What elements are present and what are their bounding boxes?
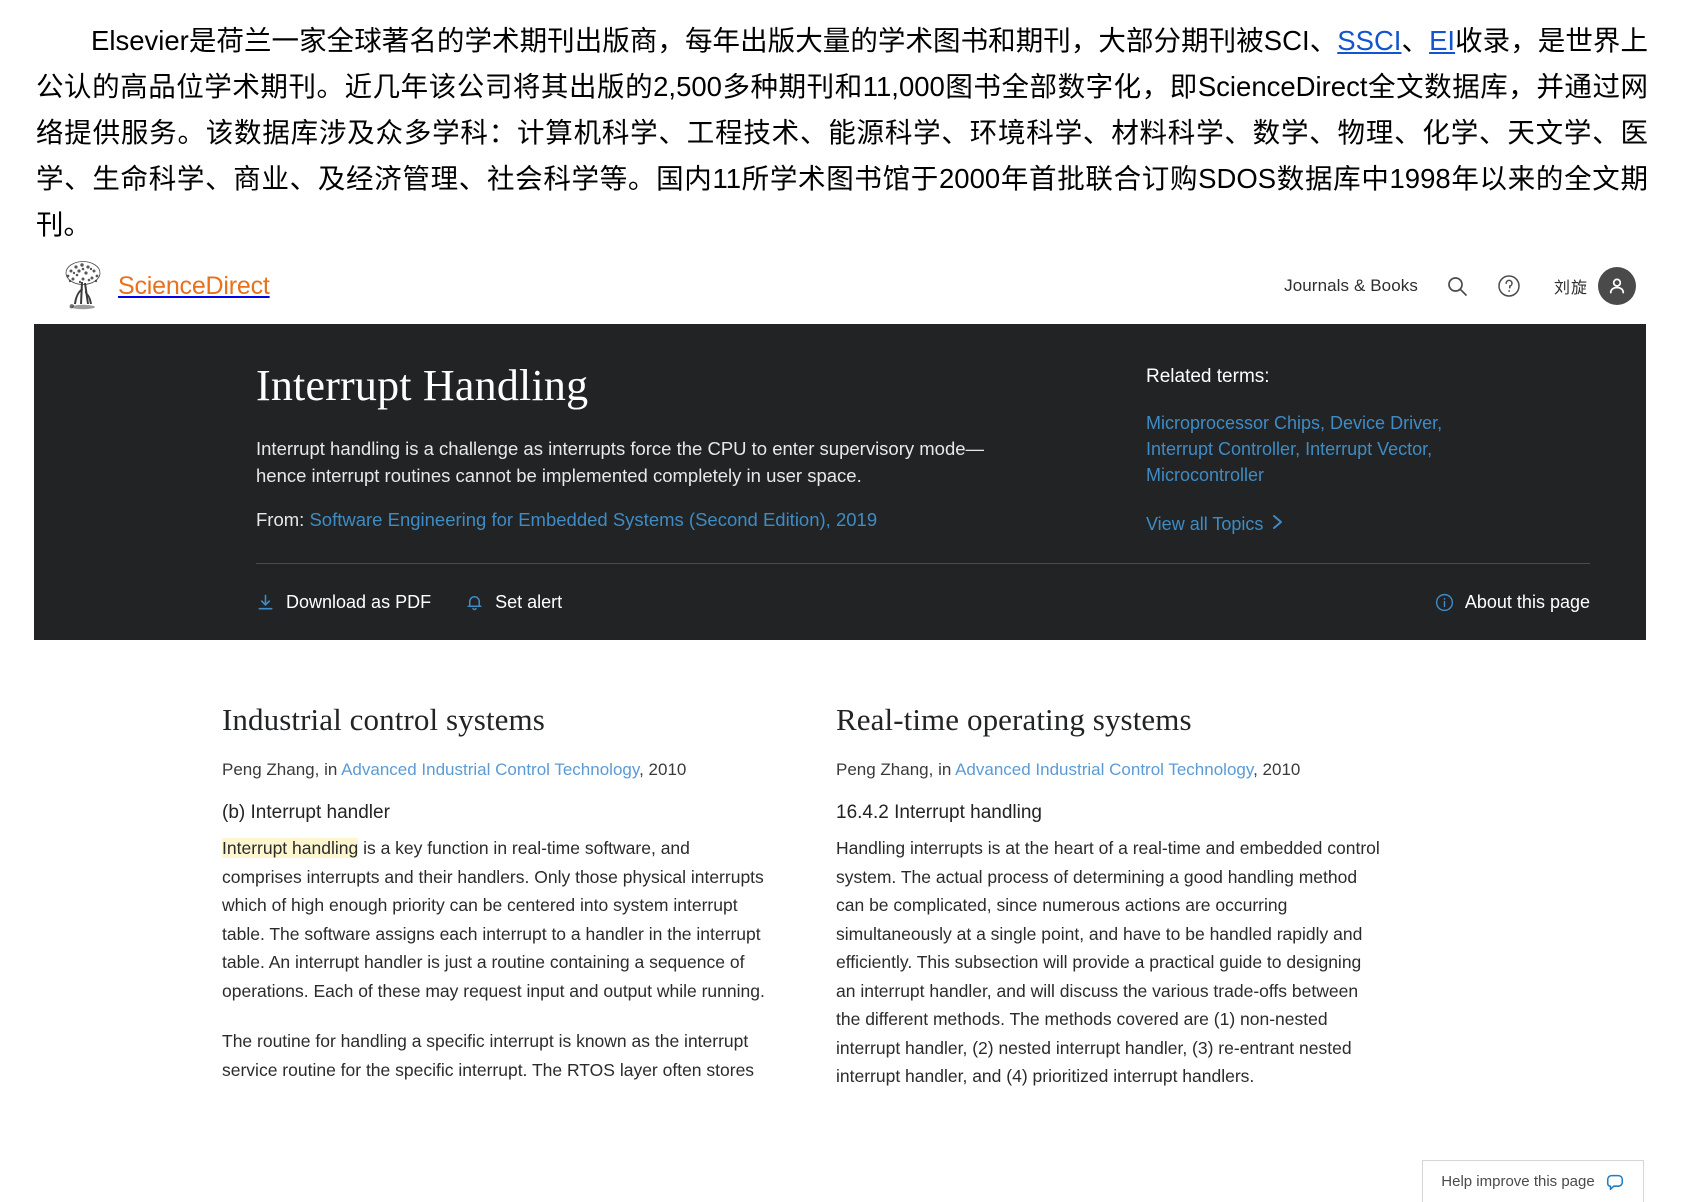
related-terms-list[interactable]: Microprocessor Chips, Device Driver, Int… — [1146, 410, 1446, 488]
sciencedirect-header: ScienceDirect Journals & Books 刘旋 — [0, 248, 1684, 324]
related-terms-label: Related terms: — [1146, 366, 1270, 387]
about-this-page-label: About this page — [1464, 591, 1590, 612]
search-icon[interactable] — [1444, 273, 1470, 299]
intro-paragraph: Elsevier是荷兰一家全球著名的学术期刊出版商，每年出版大量的学术图书和期刊… — [36, 18, 1648, 248]
about-this-page-button[interactable]: About this page — [1435, 592, 1590, 613]
byline-author: Peng Zhang, in — [222, 760, 342, 779]
topic-description: Interrupt handling is a challenge as int… — [256, 438, 985, 486]
excerpt-paragraph-1-rest: is a key function in real-time software,… — [222, 838, 765, 1001]
intro-link-ssci[interactable]: SSCI — [1337, 25, 1401, 56]
excerpt-title: Real-time operating systems — [836, 702, 1192, 737]
related-terms-links[interactable]: Microprocessor Chips, Device Driver, Int… — [1146, 413, 1442, 485]
avatar[interactable] — [1598, 267, 1636, 305]
view-all-topics-label: View all Topics — [1146, 514, 1264, 534]
excerpt-subheading: (b) Interrupt handler — [222, 802, 390, 823]
topic-hero-banner: Interrupt Handling Interrupt handling is… — [34, 324, 1646, 640]
set-alert-button[interactable]: Set alert — [465, 592, 562, 613]
intro-part-1: Elsevier是荷兰一家全球著名的学术期刊出版商，每年出版大量的学术图书和期刊… — [91, 25, 1338, 56]
excerpt-column-right: Real-time operating systems Peng Zhang, … — [836, 702, 1382, 1113]
download-as-pdf-label: Download as PDF — [286, 591, 432, 612]
intro-link-ei[interactable]: EI — [1429, 25, 1455, 56]
intro-text-block: Elsevier是荷兰一家全球著名的学术期刊出版商，每年出版大量的学术图书和期刊… — [0, 0, 1684, 248]
excerpt-byline: Peng Zhang, in Advanced Industrial Contr… — [836, 760, 1382, 780]
highlighted-term: Interrupt handling — [222, 838, 359, 858]
topic-source-line: From: Software Engineering for Embedded … — [256, 509, 1106, 531]
speech-bubble-icon — [1605, 1172, 1625, 1192]
related-terms-panel: Related terms: Microprocessor Chips, Dev… — [1146, 360, 1590, 535]
byline-author: Peng Zhang, in — [836, 760, 956, 779]
byline-source-link[interactable]: Advanced Industrial Control Technology — [955, 760, 1253, 779]
byline-source-link[interactable]: Advanced Industrial Control Technology — [341, 760, 639, 779]
hero-action-bar: Download as PDF Set alert About this pag… — [34, 564, 1646, 640]
hero-main-column: Interrupt Handling Interrupt handling is… — [256, 360, 1146, 535]
source-book-link[interactable]: Software Engineering for Embedded System… — [309, 509, 877, 530]
excerpt-title: Industrial control systems — [222, 702, 545, 737]
excerpt-subheading: 16.4.2 Interrupt handling — [836, 802, 1042, 823]
excerpt-column-left: Industrial control systems Peng Zhang, i… — [222, 702, 768, 1113]
help-improve-page-button[interactable]: Help improve this page — [1422, 1160, 1644, 1202]
user-account[interactable]: 刘旋 — [1554, 267, 1636, 305]
from-label: From: — [256, 509, 305, 530]
intro-part-5: 收录，是世界上公认的高品位学术期刊。近几年该公司将其出版的2,500多种期刊和1… — [36, 25, 1648, 240]
page-root: Elsevier是荷兰一家全球著名的学术期刊出版商，每年出版大量的学术图书和期刊… — [0, 0, 1684, 1202]
question-circle-icon[interactable] — [1496, 273, 1522, 299]
set-alert-label: Set alert — [495, 591, 563, 612]
elsevier-tree-icon — [60, 260, 106, 312]
article-excerpt-columns: Industrial control systems Peng Zhang, i… — [0, 640, 1684, 1113]
bell-icon — [465, 593, 484, 612]
nav-journals-books[interactable]: Journals & Books — [1284, 276, 1418, 296]
user-name: 刘旋 — [1553, 280, 1588, 297]
hero-content: Interrupt Handling Interrupt handling is… — [34, 360, 1646, 535]
info-circle-icon — [1435, 593, 1454, 612]
excerpt-paragraph-1: Handling interrupts is at the heart of a… — [836, 838, 1380, 1086]
page-title: Interrupt Handling — [256, 361, 589, 410]
chevron-right-icon — [1271, 514, 1284, 535]
help-improve-page-label: Help improve this page — [1441, 1173, 1595, 1190]
byline-year: , 2010 — [1253, 760, 1301, 779]
download-as-pdf-button[interactable]: Download as PDF — [256, 592, 431, 613]
byline-year: , 2010 — [639, 760, 687, 779]
sciencedirect-logo-link[interactable]: ScienceDirect — [60, 260, 270, 312]
header-right-group: Journals & Books 刘旋 — [1284, 267, 1636, 305]
view-all-topics-link[interactable]: View all Topics — [1146, 514, 1284, 535]
excerpt-byline: Peng Zhang, in Advanced Industrial Contr… — [222, 760, 768, 780]
intro-part-3: 、 — [1401, 25, 1430, 56]
excerpt-paragraph-1: Interrupt handling is a key function in … — [222, 834, 768, 1005]
excerpt-paragraph-2: The routine for handling a specific inte… — [222, 1031, 755, 1080]
brand-name: ScienceDirect — [118, 271, 270, 300]
download-icon — [256, 593, 275, 612]
